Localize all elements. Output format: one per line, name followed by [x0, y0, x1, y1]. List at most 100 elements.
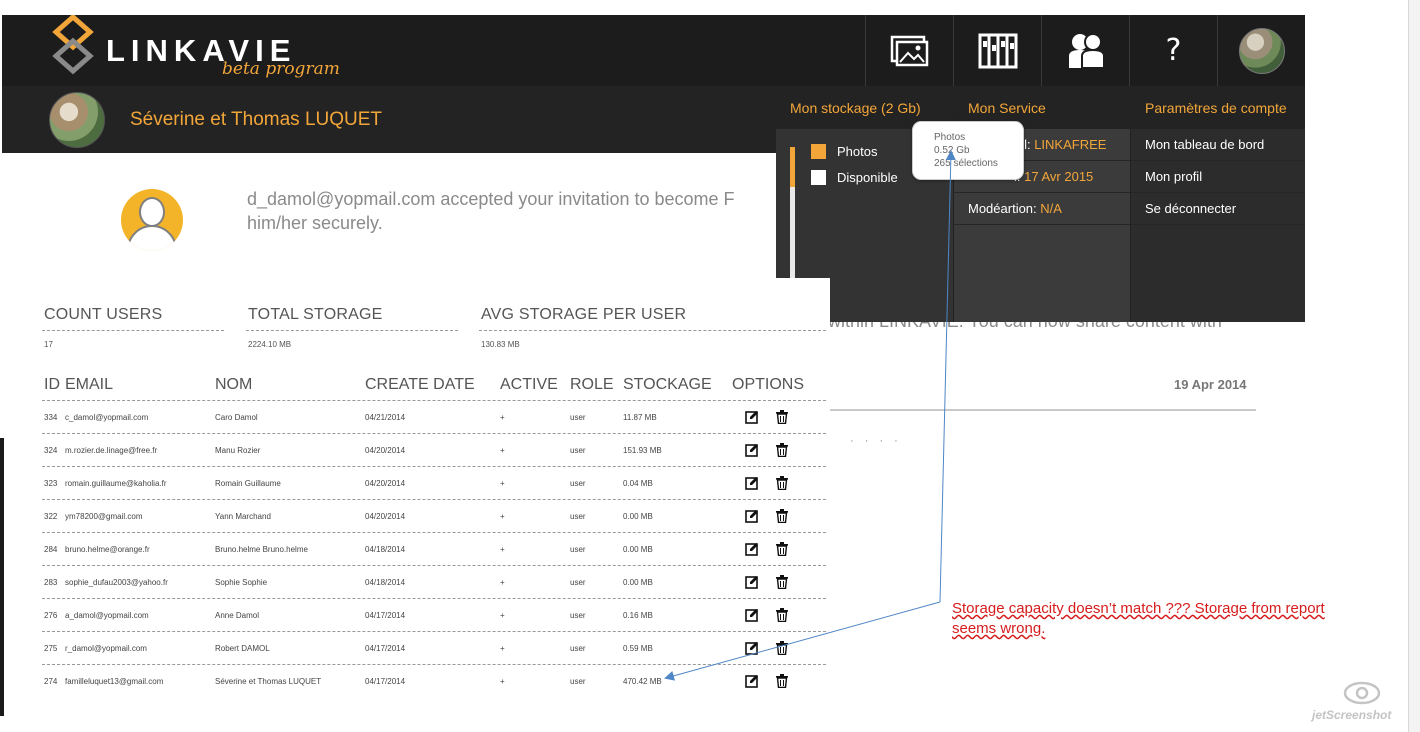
cell-nom: Sophie Sophie: [215, 578, 268, 587]
cell-email: familleluquet13@gmail.com: [65, 677, 164, 686]
table-row: 324 m.rozier.de.linage@free.fr Manu Rozier…: [42, 433, 826, 466]
notification-date: 19 Apr 2014: [1174, 377, 1247, 392]
edit-icon[interactable]: [745, 641, 759, 655]
cell-active: +: [500, 479, 505, 488]
stat-divider: [42, 330, 224, 331]
edit-icon[interactable]: [745, 476, 759, 490]
cell-email: bruno.helme@orange.fr: [65, 545, 150, 554]
edit-icon[interactable]: [745, 674, 759, 688]
edit-icon[interactable]: [745, 410, 759, 424]
delete-icon[interactable]: [775, 410, 789, 425]
delete-icon[interactable]: [775, 476, 789, 491]
legend-available: Disponible: [811, 170, 898, 185]
watermark: jetScreenshot: [1312, 680, 1404, 728]
stat-value-total-storage: 2224.10 MB: [248, 340, 292, 349]
edit-icon[interactable]: [745, 542, 759, 556]
cell-role: user: [570, 578, 586, 587]
notification-message: d_damol@yopmail.com accepted your invita…: [247, 187, 735, 235]
delete-icon[interactable]: [775, 542, 789, 557]
menu-item-logout[interactable]: Se déconnecter: [1131, 193, 1305, 225]
nav-profile-button[interactable]: [1217, 15, 1305, 86]
cell-role: user: [570, 545, 586, 554]
cell-nom: Caro Damol: [215, 413, 258, 422]
delete-icon[interactable]: [775, 641, 789, 656]
profile-avatar: [1238, 27, 1285, 74]
menu-item-dashboard[interactable]: Mon tableau de bord: [1131, 129, 1305, 161]
account-column: Paramètres de compte Mon tableau de bord…: [1130, 87, 1305, 322]
column-header-stockage: STOCKAGE: [623, 376, 712, 393]
watermark-eye-icon: [1343, 681, 1381, 705]
cell-stockage: 0.04 MB: [623, 479, 653, 488]
cell-active: +: [500, 413, 505, 422]
column-header-role: ROLE: [570, 376, 614, 393]
cell-role: user: [570, 512, 586, 521]
nav-photos-button[interactable]: [865, 15, 953, 86]
edit-icon[interactable]: [745, 443, 759, 457]
legend-available-label: Disponible: [837, 170, 898, 185]
cell-create-date: 04/21/2014: [365, 413, 406, 422]
cell-create-date: 04/17/2014: [365, 611, 406, 620]
delete-icon[interactable]: [775, 674, 789, 689]
cell-nom: Séverine et Thomas LUQUET: [215, 677, 322, 686]
linkavie-logo-icon[interactable]: [52, 13, 94, 77]
cell-id: 323: [44, 479, 58, 488]
cell-active: +: [500, 611, 505, 620]
notification-line-2: him/her securely.: [247, 213, 383, 233]
top-navigation-bar: LINKAVIE beta program ?: [2, 13, 1305, 86]
cell-create-date: 04/20/2014: [365, 512, 406, 521]
cell-role: user: [570, 413, 586, 422]
edit-icon[interactable]: [745, 608, 759, 622]
nav-help-button[interactable]: ?: [1129, 15, 1217, 86]
nav-selections-button[interactable]: [953, 15, 1041, 86]
user-avatar[interactable]: [49, 92, 105, 148]
cell-id: 324: [44, 446, 58, 455]
delete-icon[interactable]: [775, 608, 789, 623]
tooltip-category: Photos: [934, 132, 966, 143]
truncated-text-fragment: · · · ·: [850, 435, 902, 447]
cell-active: +: [500, 644, 505, 653]
cell-email: m.rozier.de.linage@free.fr: [65, 446, 158, 455]
stat-value-count-users: 17: [44, 340, 53, 349]
cell-active: +: [500, 677, 505, 686]
stat-header-avg-storage: AVG STORAGE PER USER: [481, 306, 687, 323]
stat-header-total-storage: TOTAL STORAGE: [248, 306, 383, 323]
cell-stockage: 11.87 MB: [623, 413, 657, 422]
cell-create-date: 04/20/2014: [365, 446, 406, 455]
column-header-active: ACTIVE: [500, 376, 558, 393]
edit-icon[interactable]: [745, 575, 759, 589]
nav-users-button[interactable]: [1041, 15, 1129, 86]
cell-email: a_damol@yopmail.com: [65, 611, 149, 620]
delete-icon[interactable]: [775, 509, 789, 524]
column-header-email: EMAIL: [65, 376, 114, 393]
delete-icon[interactable]: [775, 443, 789, 458]
service-expiry-value: 17 Avr 2015: [1024, 169, 1094, 184]
user-name[interactable]: Séverine et Thomas LUQUET: [130, 109, 382, 131]
cell-stockage: 0.16 MB: [623, 611, 653, 620]
edit-icon[interactable]: [745, 509, 759, 523]
cell-stockage: 470.42 MB: [623, 677, 662, 686]
legend-available-swatch: [811, 170, 826, 185]
cell-email: ym78200@gmail.com: [65, 512, 143, 521]
cell-stockage: 0.00 MB: [623, 512, 653, 521]
cell-stockage: 151.93 MB: [623, 446, 662, 455]
watermark-text: jetScreenshot: [1312, 708, 1392, 722]
table-row: 322 ym78200@gmail.com Yann Marchand 04/20/2…: [42, 499, 826, 532]
stat-value-avg-storage: 130.83 MB: [481, 340, 520, 349]
notification-divider: [828, 409, 1256, 411]
notification-line-1: d_damol@yopmail.com accepted your invita…: [247, 189, 735, 209]
cell-id: 283: [44, 578, 58, 587]
delete-icon[interactable]: [775, 575, 789, 590]
help-icon: ?: [1165, 33, 1182, 68]
legend-photos-label: Photos: [837, 144, 878, 159]
cell-id: 275: [44, 644, 58, 653]
menu-item-profile[interactable]: Mon profil: [1131, 161, 1305, 193]
storage-report-overlay: COUNT USERS TOTAL STORAGE AVG STORAGE PE…: [0, 278, 830, 732]
cell-nom: Yann Marchand: [215, 512, 271, 521]
cell-role: user: [570, 677, 586, 686]
cell-email: c_damol@yopmail.com: [65, 413, 149, 422]
table-row: 283 sophie_dufau2003@yahoo.fr Sophie Sophi…: [42, 565, 826, 598]
stat-divider: [246, 330, 458, 331]
cell-stockage: 0.00 MB: [623, 545, 653, 554]
service-plan-value: LINKAFREE: [1034, 137, 1107, 152]
cell-email: sophie_dufau2003@yahoo.fr: [65, 578, 168, 587]
